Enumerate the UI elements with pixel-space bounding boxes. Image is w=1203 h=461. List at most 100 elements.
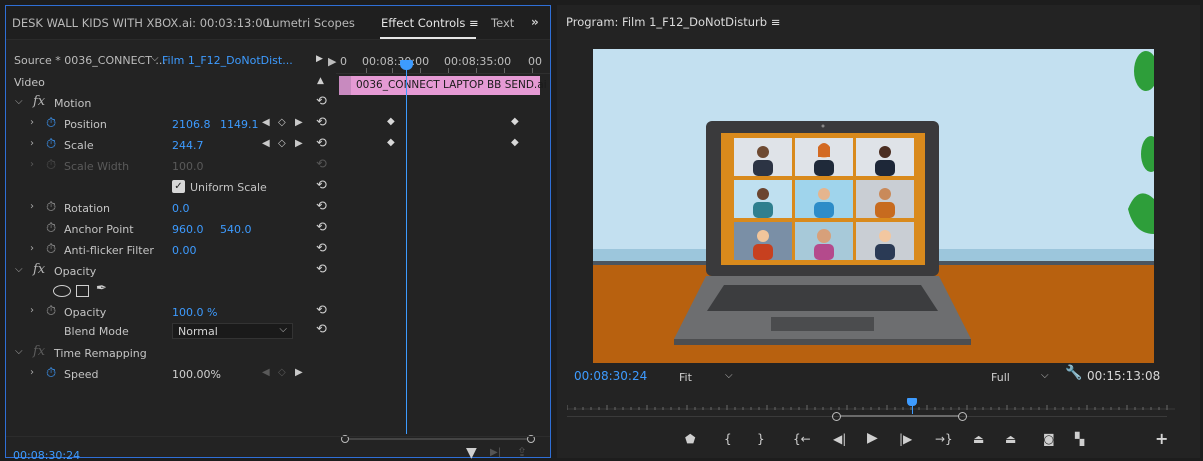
pen-mask-icon[interactable]: ✒	[96, 281, 107, 296]
keyframe-icon[interactable]: ◆	[511, 116, 519, 127]
stopwatch-icon[interactable]: ⏱	[46, 200, 56, 215]
twirl-closed-icon[interactable]: ›	[30, 243, 34, 254]
scroll-handle-right[interactable]	[958, 412, 967, 421]
tab-effect-controls[interactable]: Effect Controls ≡	[381, 16, 479, 30]
ripple-icon: ▶|	[490, 447, 502, 458]
twirl-closed-icon[interactable]: ›	[30, 138, 34, 149]
reset-icon[interactable]: ⟲	[316, 178, 327, 193]
tab-overflow-button[interactable]: »	[531, 15, 539, 29]
current-timecode[interactable]: 00:08:30:24	[13, 449, 80, 461]
chevron-down-icon[interactable]: ⌵	[151, 53, 159, 64]
mark-in-icon[interactable]: {	[724, 432, 732, 446]
stopwatch-icon[interactable]: ⏱	[46, 304, 56, 319]
next-keyframe-icon[interactable]: ▶	[295, 138, 303, 149]
next-keyframe-icon[interactable]: ▶	[295, 367, 303, 378]
add-keyframe-icon[interactable]: ◇	[278, 138, 286, 149]
twirl-closed-icon[interactable]: ›	[30, 201, 34, 212]
effect-controls-timeline[interactable]: ▶ 0 00:08:30:00 00:08:35:00 00 0036_CONN…	[328, 50, 550, 443]
tab-lumetri-scopes[interactable]: Lumetri Scopes	[266, 16, 355, 30]
fx-icon[interactable]: fx	[33, 262, 45, 277]
reset-icon[interactable]: ⟲	[316, 303, 327, 318]
position-y-value[interactable]: 1149.1	[220, 118, 259, 131]
add-keyframe-icon[interactable]: ◇	[278, 117, 286, 128]
reset-icon[interactable]: ⟲	[316, 322, 327, 337]
clip-bar[interactable]: 0036_CONNECT LAPTOP BB SEND.ai	[339, 76, 547, 95]
stopwatch-icon[interactable]: ⏱	[46, 116, 56, 131]
twirl-open-icon[interactable]: ⌵	[15, 346, 23, 357]
speed-value[interactable]: 100.00%	[172, 368, 221, 381]
filter-icon[interactable]: ▼	[466, 445, 477, 461]
rotation-value[interactable]: 0.0	[172, 202, 190, 215]
motion-row[interactable]: ⌵ fx Motion ⟲	[6, 93, 336, 113]
reset-icon[interactable]: ⟲	[316, 115, 327, 130]
tab-desk-wall-kids[interactable]: DESK WALL KIDS WITH XBOX.ai: 00:03:13:00	[12, 16, 270, 30]
next-keyframe-icon[interactable]: ▶	[295, 117, 303, 128]
opacity-value[interactable]: 100.0 %	[172, 306, 217, 319]
lift-icon[interactable]: ⏏	[973, 432, 984, 446]
scale-width-value: 100.0	[172, 160, 204, 173]
prev-keyframe-icon[interactable]: ◀	[262, 138, 270, 149]
keyframe-icon[interactable]: ◆	[387, 116, 395, 127]
add-marker-icon[interactable]: ⬟	[685, 432, 695, 446]
camera-icon[interactable]: ◙	[1043, 432, 1055, 446]
program-monitor-title[interactable]: Program: Film 1_F12_DoNotDisturb ≡	[566, 15, 780, 29]
zoom-scrollbar[interactable]	[832, 412, 967, 422]
zoom-level-select[interactable]: Fit ⌵	[677, 369, 741, 385]
scroll-handle-left[interactable]	[832, 412, 841, 421]
play-icon[interactable]: ▶	[867, 430, 878, 446]
plus-icon[interactable]: +	[1155, 429, 1168, 448]
reset-icon[interactable]: ⟲	[316, 136, 327, 151]
scale-width-label: Scale Width	[64, 160, 130, 173]
reset-icon[interactable]: ⟲	[316, 94, 327, 109]
anchor-x-value[interactable]: 960.0	[172, 223, 204, 236]
go-to-out-icon[interactable]: →}	[935, 432, 953, 446]
tab-text[interactable]: Text	[491, 16, 514, 30]
position-x-value[interactable]: 2106.8	[172, 118, 211, 131]
sequence-link[interactable]: Film 1_F12_DoNotDist...	[162, 54, 293, 67]
ellipse-mask-icon[interactable]	[53, 285, 71, 297]
twirl-open-icon[interactable]: ⌵	[15, 96, 23, 107]
extract-icon[interactable]: ⏏	[1005, 432, 1016, 446]
anti-flicker-value[interactable]: 0.00	[172, 244, 197, 257]
uniform-scale-checkbox[interactable]: ✓	[172, 180, 185, 193]
twirl-closed-icon[interactable]: ›	[30, 117, 34, 128]
resolution-select[interactable]: Full ⌵	[989, 369, 1055, 385]
prev-keyframe-icon[interactable]: ◀	[262, 117, 270, 128]
twirl-closed-icon[interactable]: ›	[30, 367, 34, 378]
time-ruler[interactable]: ▶ 0 00:08:30:00 00:08:35:00 00	[328, 50, 550, 74]
program-time-ruler[interactable]	[567, 405, 1175, 411]
reset-icon[interactable]: ⟲	[316, 199, 327, 214]
source-clip-selector[interactable]: Source * 0036_CONNECT ...	[14, 54, 166, 67]
video-preview[interactable]	[593, 49, 1154, 363]
stopwatch-icon[interactable]: ⏱	[46, 137, 56, 152]
reset-icon[interactable]: ⟲	[316, 262, 327, 277]
reset-icon[interactable]: ⟲	[316, 241, 327, 256]
go-to-in-icon[interactable]: {←	[793, 432, 811, 446]
stopwatch-icon[interactable]: ⏱	[46, 242, 56, 257]
time-remapping-row[interactable]: ⌵ fx Time Remapping	[6, 343, 336, 363]
anchor-y-value[interactable]: 540.0	[220, 223, 252, 236]
wrench-icon[interactable]: 🔧	[1065, 365, 1082, 381]
play-icon[interactable]: ▶	[316, 54, 323, 64]
stopwatch-icon[interactable]: ⏱	[46, 366, 56, 381]
compare-view-icon[interactable]: ▚	[1075, 432, 1084, 446]
collapse-arrow-icon[interactable]: ▲	[317, 76, 324, 86]
twirl-closed-icon[interactable]: ›	[30, 305, 34, 316]
keyframe-icon[interactable]: ◆	[511, 137, 519, 148]
stopwatch-icon[interactable]: ⏱	[46, 221, 56, 236]
step-back-icon[interactable]: ◀|	[833, 432, 846, 446]
scroll-bar[interactable]	[841, 415, 959, 417]
keyframe-icon[interactable]: ◆	[387, 137, 395, 148]
program-playhead-handle[interactable]	[907, 398, 917, 406]
rectangle-mask-icon[interactable]	[76, 285, 89, 297]
twirl-open-icon[interactable]: ⌵	[15, 264, 23, 275]
blend-mode-select[interactable]: Normal ⌵	[172, 323, 293, 339]
speed-label: Speed	[64, 368, 99, 381]
opacity-group-row[interactable]: ⌵ fx Opacity ⟲	[6, 261, 336, 281]
fx-icon[interactable]: fx	[33, 94, 45, 109]
step-forward-icon[interactable]: |▶	[899, 432, 912, 446]
program-current-timecode[interactable]: 00:08:30:24	[574, 369, 647, 383]
scale-value[interactable]: 244.7	[172, 139, 204, 152]
reset-icon[interactable]: ⟲	[316, 220, 327, 235]
mark-out-icon[interactable]: }	[757, 432, 765, 446]
